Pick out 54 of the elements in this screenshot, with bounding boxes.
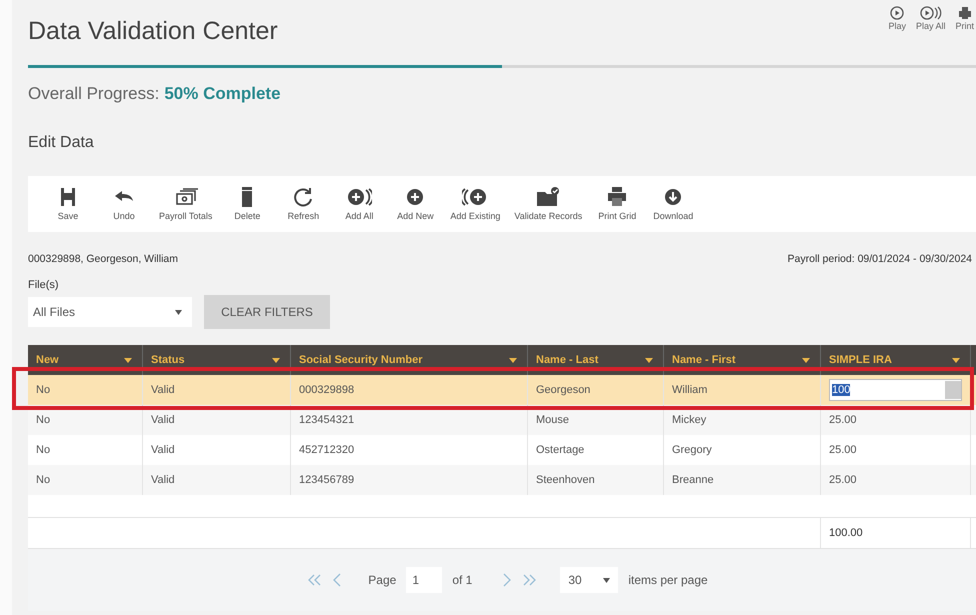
toolbar-button[interactable]: Add Existing bbox=[443, 176, 508, 232]
filter-caret-icon bbox=[645, 358, 653, 362]
progress-label: Overall Progress: bbox=[28, 84, 160, 104]
filter-caret-icon bbox=[272, 358, 280, 362]
amount-input-field[interactable]: 100 bbox=[829, 379, 962, 401]
toolbar-button[interactable]: Save bbox=[40, 176, 96, 232]
toolbar-button[interactable]: Add All bbox=[331, 176, 388, 232]
page-label: Page bbox=[368, 573, 396, 587]
caret-icon bbox=[175, 310, 182, 314]
table-cell: 25.00 bbox=[821, 465, 971, 495]
toolbar-button[interactable]: Download bbox=[645, 176, 702, 232]
toolbar-button[interactable]: Add New bbox=[387, 176, 444, 232]
next-page-icon[interactable] bbox=[502, 573, 512, 587]
play-all-icon bbox=[920, 6, 942, 20]
table-cell: 123456789 bbox=[291, 465, 528, 495]
progress-value: 50% Complete bbox=[164, 84, 281, 104]
add-existing-icon bbox=[462, 186, 488, 208]
files-dropdown[interactable]: All Files bbox=[28, 297, 192, 327]
items-per-page-label: items per page bbox=[628, 573, 708, 587]
caret-icon bbox=[603, 578, 610, 582]
toolbar-button[interactable]: Refresh bbox=[275, 176, 332, 232]
toolbar-button[interactable]: Print Grid bbox=[589, 176, 646, 232]
table-row[interactable]: No Valid 000329898 Georgeson William 100 bbox=[28, 375, 976, 405]
filter-caret-icon bbox=[802, 358, 810, 362]
page-count: of 1 bbox=[452, 573, 472, 587]
toolbar-button[interactable]: Validate Records bbox=[507, 176, 590, 232]
page-input-field[interactable]: 1 bbox=[406, 567, 442, 593]
previous-page-icon[interactable] bbox=[332, 573, 342, 587]
filter-caret-icon bbox=[509, 358, 517, 362]
filter-caret-icon bbox=[124, 358, 132, 362]
header-action-button[interactable]: Print bbox=[955, 6, 974, 31]
toolbar-button[interactable]: Undo bbox=[96, 176, 152, 232]
toolbar-button[interactable]: Payroll Totals bbox=[152, 176, 220, 232]
header-action-button[interactable]: Play All bbox=[916, 6, 946, 31]
employee-name: 000329898, Georgeson, William bbox=[28, 253, 178, 265]
play-icon bbox=[890, 6, 904, 20]
toolbar-button[interactable]: Delete bbox=[219, 176, 276, 232]
folder-check-icon bbox=[535, 186, 562, 208]
page-size-dropdown[interactable]: 30 bbox=[560, 567, 618, 593]
table-cell: Valid bbox=[143, 465, 291, 495]
clear-filters-button[interactable]: CLEAR FILTERS bbox=[204, 295, 330, 329]
table-cell: No bbox=[28, 465, 143, 495]
add-all-icon bbox=[346, 186, 372, 208]
files-label: File(s) bbox=[28, 279, 60, 291]
payroll-period: Payroll period: 09/01/2024 - 09/30/2024 bbox=[788, 253, 972, 265]
table-row[interactable]: No Valid 123456789 Steenhoven Breanne 25.00 bbox=[28, 465, 976, 495]
table-cell: Breanne bbox=[664, 465, 821, 495]
section-title: Edit Data bbox=[28, 134, 95, 152]
first-page-icon[interactable] bbox=[308, 574, 322, 586]
page-title: Data Validation Center bbox=[28, 16, 278, 46]
last-page-icon[interactable] bbox=[522, 574, 536, 586]
filter-caret-icon bbox=[952, 358, 960, 362]
table-cell: Steenhoven bbox=[528, 465, 664, 495]
header-action-button[interactable]: Play bbox=[888, 6, 906, 31]
